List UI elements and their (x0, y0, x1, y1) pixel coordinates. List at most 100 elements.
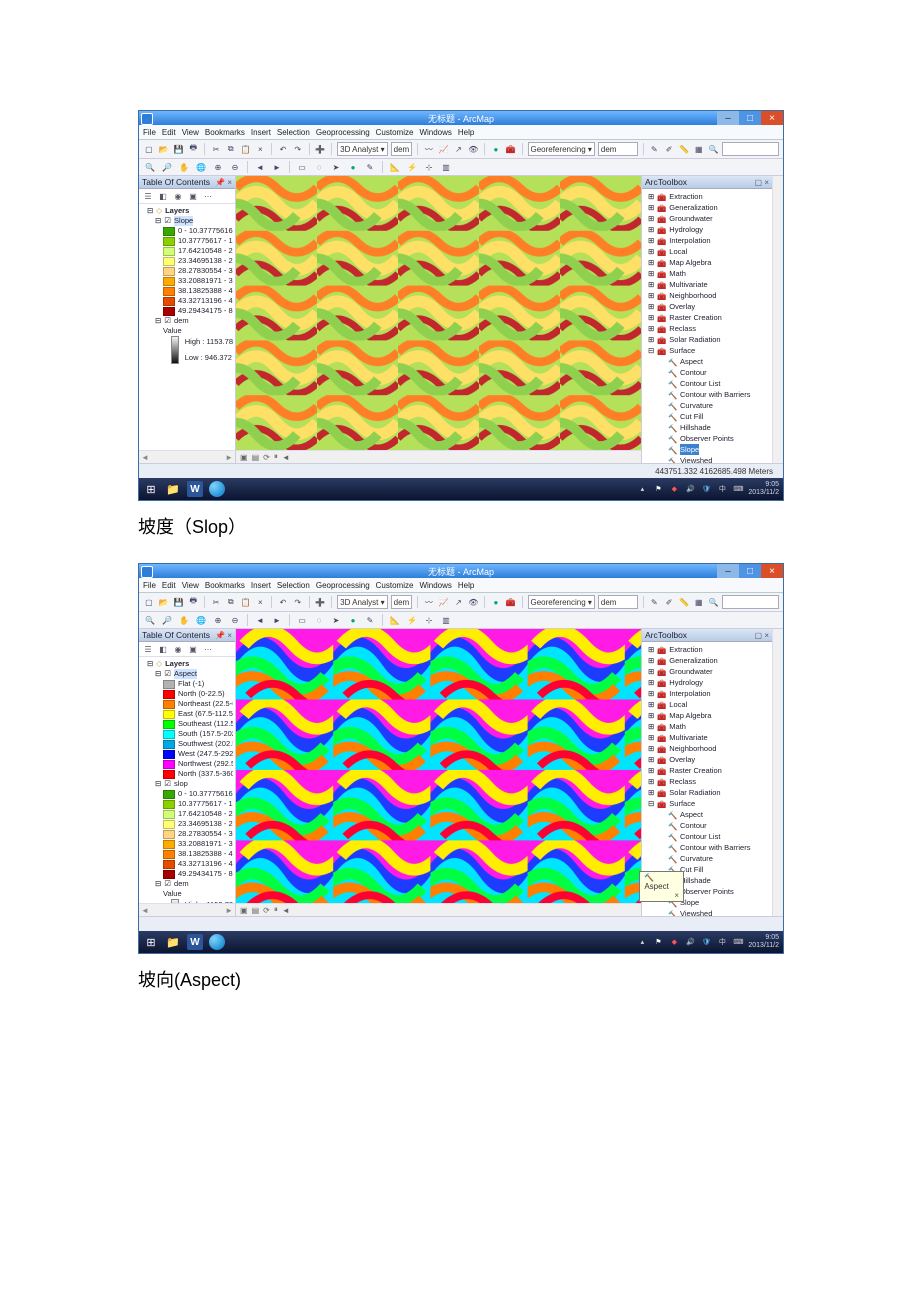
pointer-icon[interactable]: ➤ (329, 160, 343, 174)
expand-icon[interactable]: ⊞ (648, 765, 654, 776)
expand-icon[interactable]: ⊞ (648, 721, 654, 732)
map-canvas[interactable] (236, 176, 641, 450)
menu-insert[interactable]: Insert (251, 128, 271, 137)
toolbox-tool[interactable]: 🔨Curvature (644, 400, 770, 411)
toolbox-toolset[interactable]: ⊞🧰Extraction (644, 644, 770, 655)
undo-icon[interactable]: ↶ (277, 595, 289, 609)
arcmap-task-icon[interactable] (209, 934, 225, 950)
tools-toolbar[interactable]: 🔍 🔎 ✋ 🌐 ⊕ ⊖ ◄ ► ▭ ◌ ➤ ● ✎ 📐 ⚡ ⊹ ▥ (139, 159, 783, 176)
toc-class-row[interactable]: Northeast (22.5-6 (141, 699, 233, 709)
measure-icon[interactable]: 📐 (388, 160, 402, 174)
zoom-out-icon[interactable]: 🔎 (160, 613, 174, 627)
expand-icon[interactable]: ⊟ (155, 669, 161, 679)
measure-icon[interactable]: 📐 (388, 613, 402, 627)
analyst-3d-dropdown[interactable]: 3D Analyst ▾ (337, 595, 387, 609)
map-view[interactable]: ▣ ▤ ⟳ ⏸ ◄ (236, 629, 641, 916)
tray-network-icon[interactable]: ◆ (668, 936, 680, 948)
print-icon[interactable]: 🖶 (187, 595, 199, 609)
expand-icon[interactable]: ⊞ (648, 688, 654, 699)
full-extent-icon[interactable]: 🌐 (194, 160, 208, 174)
expand-icon[interactable]: ⊞ (648, 334, 654, 345)
toc-class-row[interactable]: 49.29434175 - 86.15 (141, 306, 233, 316)
tray-action-center-icon[interactable]: ⚑ (652, 483, 664, 495)
undo-icon[interactable]: ↶ (277, 142, 289, 156)
identify-icon[interactable]: ● (346, 613, 360, 627)
select-features-icon[interactable]: ▭ (295, 160, 309, 174)
editor-icon[interactable]: ✎ (648, 142, 660, 156)
toolbox-icon[interactable]: 🧰 (505, 142, 517, 156)
toc-class-row[interactable]: 38.13825388 - 43.32 (141, 286, 233, 296)
expand-icon[interactable]: ⊟ (648, 345, 654, 356)
expand-icon[interactable]: ⊟ (155, 316, 161, 326)
toc-tree[interactable]: ⊟◇Layers⊟☑AspectFlat (-1)North (0-22.5)N… (139, 657, 235, 903)
toc-layer[interactable]: ⊟☑dem (141, 316, 233, 326)
next-extent-icon[interactable]: ► (270, 160, 284, 174)
start-button[interactable]: ⊞ (143, 481, 159, 497)
paste-icon[interactable]: 📋 (240, 142, 252, 156)
tray-volume-icon[interactable]: 🔊 (684, 936, 696, 948)
expand-icon[interactable]: ⊞ (648, 257, 654, 268)
cut-icon[interactable]: ✂ (210, 595, 222, 609)
toolbox-toolset[interactable]: ⊞🧰Neighborhood (644, 290, 770, 301)
expand-icon[interactable]: ⊟ (147, 659, 153, 669)
arctoolbox-vertical-scrollbar[interactable] (772, 629, 783, 916)
toc-class-row[interactable]: 23.34695138 - 28. (141, 819, 233, 829)
toc-layer-name[interactable]: slop (174, 779, 188, 789)
redo-icon[interactable]: ↷ (292, 142, 304, 156)
pin-icon[interactable]: 📌 × (215, 631, 232, 640)
word-icon[interactable]: W (187, 481, 203, 497)
menu-windows[interactable]: Windows (419, 581, 451, 590)
layers-root[interactable]: Layers (165, 206, 189, 216)
data-view-icon[interactable]: ▣ (240, 453, 248, 462)
los-icon[interactable]: 👁 (467, 142, 479, 156)
toolbox-toolset[interactable]: ⊞🧰Interpolation (644, 235, 770, 246)
analyst-layer-dropdown[interactable]: dem (391, 595, 413, 609)
pan-icon[interactable]: ✋ (177, 160, 191, 174)
clear-selection-icon[interactable]: ◌ (312, 160, 326, 174)
toolbox-toolset[interactable]: ⊞🧰Reclass (644, 323, 770, 334)
toolbox-tool[interactable]: 🔨Observer Points (644, 433, 770, 444)
toc-class-row[interactable]: 10.37775617 - 17.64 (141, 236, 233, 246)
expand-icon[interactable]: ⊞ (648, 743, 654, 754)
menu-file[interactable]: File (143, 581, 156, 590)
toc-layer[interactable]: ⊟☑dem (141, 879, 233, 889)
toc-class-row[interactable]: 43.32713196 - 49. (141, 859, 233, 869)
window-minimize-button[interactable]: – (717, 111, 739, 125)
toc-class-row[interactable]: 28.27830554 - 33.20 (141, 266, 233, 276)
profile-graph-icon[interactable]: 📈 (438, 595, 450, 609)
georeferencing-dropdown[interactable]: Georeferencing ▾ (528, 595, 595, 609)
toc-class-row[interactable]: Southeast (112.5- (141, 719, 233, 729)
expand-icon[interactable]: ⊞ (648, 191, 654, 202)
toolbox-toolset[interactable]: ⊞🧰Local (644, 699, 770, 710)
help-icon[interactable]: ● (490, 595, 502, 609)
toc-class-row[interactable]: 0 - 10.37775616 (141, 226, 233, 236)
new-icon[interactable]: ▢ (143, 142, 155, 156)
toolbox-toolset[interactable]: ⊞🧰Raster Creation (644, 312, 770, 323)
window-close-button[interactable]: × (761, 111, 783, 125)
hyperlink-icon[interactable]: ⚡ (405, 613, 419, 627)
toc-class-row[interactable]: Southwest (202.5- (141, 739, 233, 749)
windows-taskbar[interactable]: ⊞ 📁 W ▴ ⚑ ◆ 🔊 🛡 中 ⌨ 9:05 2013/11/2 (139, 931, 783, 953)
cut-icon[interactable]: ✂ (210, 142, 222, 156)
toolbox-toolset[interactable]: ⊞🧰Local (644, 246, 770, 257)
arctoolbox-pin-icon[interactable]: ▢ × (755, 631, 769, 640)
expand-icon[interactable]: ⊞ (648, 655, 654, 666)
interpolate-line-icon[interactable]: 〰 (423, 595, 435, 609)
toolbox-toolset[interactable]: ⊞🧰Multivariate (644, 732, 770, 743)
menu-view[interactable]: View (182, 128, 199, 137)
window-maximize-button[interactable]: □ (739, 111, 761, 125)
options-icon[interactable]: ⋯ (202, 190, 214, 202)
toolbox-toolset[interactable]: ⊞🧰Generalization (644, 655, 770, 666)
menu-edit[interactable]: Edit (162, 128, 176, 137)
layout-view-icon[interactable]: ▤ (252, 906, 260, 915)
toolbox-toolset[interactable]: ⊞🧰Solar Radiation (644, 334, 770, 345)
toc-horizontal-scrollbar[interactable]: ◄► (139, 450, 235, 463)
expand-icon[interactable]: ⊞ (648, 710, 654, 721)
menu-file[interactable]: File (143, 128, 156, 137)
toc-toolbar[interactable]: ☰ ◧ ◉ ▣ ⋯ (139, 189, 235, 204)
toc-class-row[interactable]: 0 - 10.37775616 (141, 789, 233, 799)
standard-toolbar[interactable]: ▢ 📂 💾 🖶 ✂ ⧉ 📋 × ↶ ↷ ➕ 3D Analyst ▾ dem 〰… (139, 593, 783, 612)
toolbox-toolset[interactable]: ⊞🧰Overlay (644, 754, 770, 765)
select-features-icon[interactable]: ▭ (295, 613, 309, 627)
expand-icon[interactable]: ⊞ (648, 776, 654, 787)
